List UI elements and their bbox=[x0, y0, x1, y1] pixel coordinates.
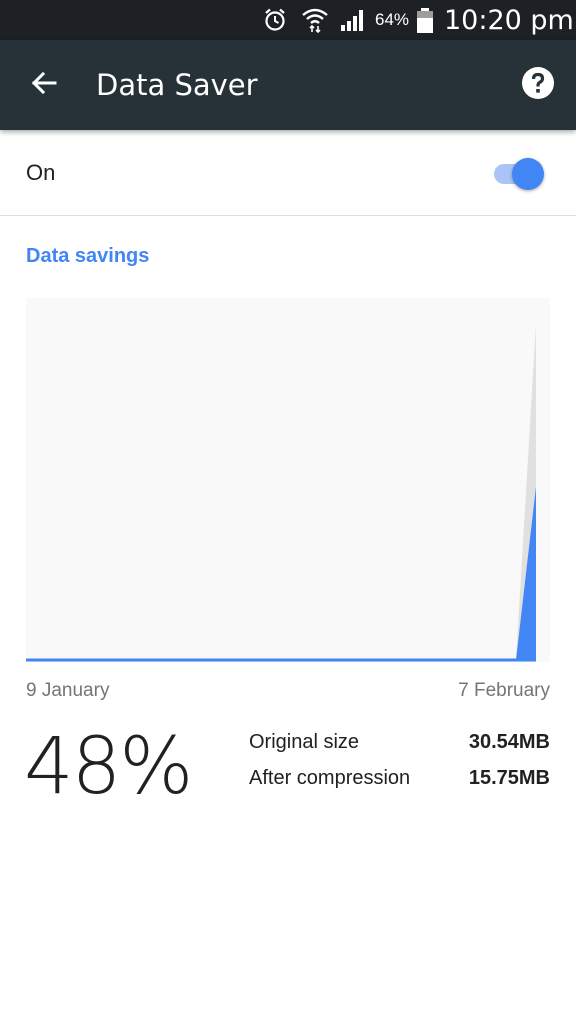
original-size-label: Original size bbox=[249, 731, 360, 753]
original-size-row: Original size 30.54MB bbox=[249, 731, 550, 761]
back-button[interactable] bbox=[20, 61, 68, 109]
alarm-icon bbox=[262, 0, 288, 40]
after-compression-row: After compression 15.75MB bbox=[249, 767, 550, 797]
original-size-value: 30.54MB bbox=[468, 731, 550, 753]
page-title: Data Saver bbox=[96, 68, 258, 102]
data-saver-switch[interactable] bbox=[492, 158, 548, 190]
data-saver-toggle-row[interactable]: On bbox=[0, 130, 576, 216]
help-circle-icon bbox=[521, 66, 555, 105]
after-compression-value: 15.75MB bbox=[468, 767, 550, 789]
status-time: 10:20 pm bbox=[444, 4, 574, 36]
wifi-icon bbox=[301, 0, 329, 40]
status-bar: 64% 10:20 pm bbox=[0, 0, 576, 40]
battery-icon bbox=[416, 0, 434, 40]
switch-thumb bbox=[512, 158, 544, 190]
savings-percent: 48% bbox=[24, 722, 193, 812]
help-button[interactable] bbox=[514, 61, 562, 109]
after-compression-label: After compression bbox=[249, 767, 411, 789]
chart-x-end-label: 7 February bbox=[458, 680, 550, 701]
section-header: Data savings bbox=[26, 245, 150, 267]
app-bar: Data Saver bbox=[0, 40, 576, 130]
toggle-label: On bbox=[26, 160, 56, 185]
signal-icon bbox=[339, 0, 367, 40]
chart-background bbox=[26, 298, 550, 662]
data-savings-chart bbox=[26, 298, 550, 662]
chart-x-start-label: 9 January bbox=[26, 680, 110, 701]
battery-percent: 64% bbox=[375, 10, 410, 29]
arrow-left-icon bbox=[29, 68, 59, 103]
